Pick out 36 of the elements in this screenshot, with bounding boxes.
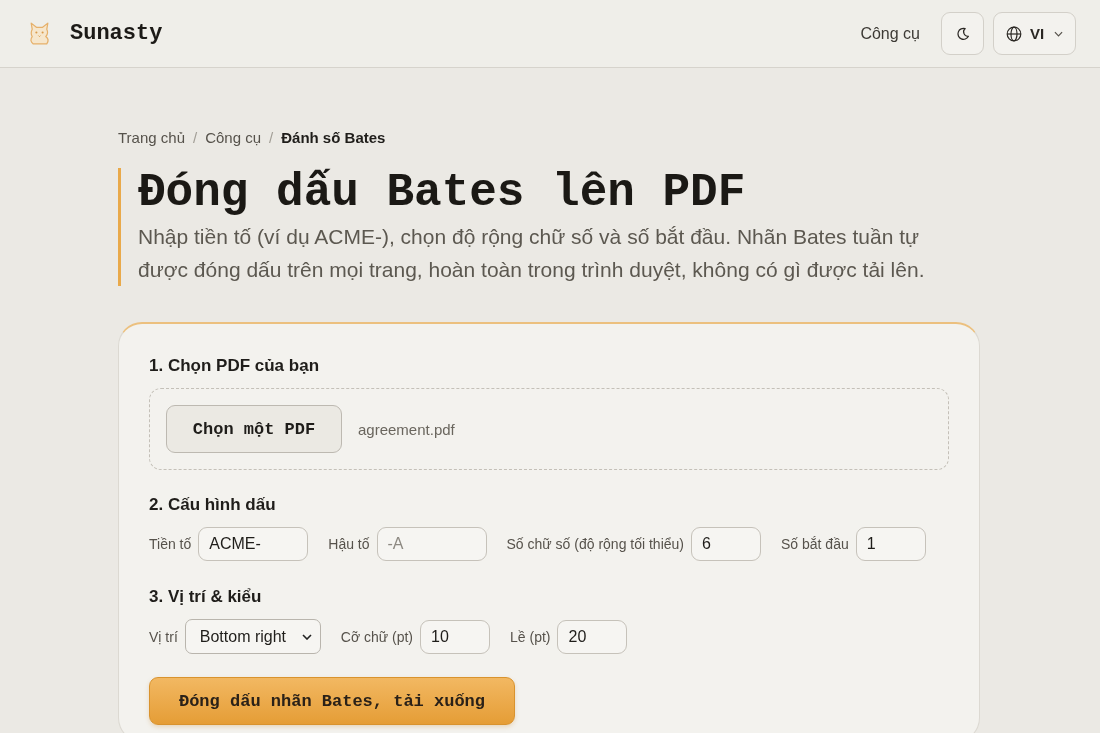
moon-icon bbox=[955, 26, 970, 41]
input-field[interactable]: 20 bbox=[557, 619, 628, 654]
breadcrumb-separator: / bbox=[193, 128, 198, 146]
stamp-download-button[interactable]: Đóng dấu nhãn Bates, tải xuống bbox=[149, 677, 515, 725]
field-label: Vị trí bbox=[149, 628, 178, 645]
breadcrumb-link[interactable]: Trang chủ bbox=[118, 128, 185, 146]
chevron-down-icon bbox=[1054, 30, 1064, 37]
section-heading: 3. Vị trí & kiểu bbox=[149, 587, 263, 607]
language-button[interactable]: VI bbox=[993, 12, 1076, 55]
breadcrumb-separator: / bbox=[269, 128, 274, 146]
file-name: agreement.pdf bbox=[358, 420, 455, 438]
page-title: Đóng dấu Bates lên PDF bbox=[138, 168, 747, 218]
section-heading: 2. Cấu hình dấu bbox=[149, 495, 277, 515]
input-field[interactable]: -A bbox=[376, 527, 487, 561]
theme-toggle-button[interactable] bbox=[941, 12, 984, 55]
chevron-down-icon bbox=[301, 633, 312, 640]
field-label: Lề (pt) bbox=[510, 628, 551, 645]
field-label: Số bắt đầu bbox=[781, 536, 849, 552]
input-field[interactable]: 6 bbox=[691, 527, 761, 561]
tools-link[interactable]: Công cụ bbox=[860, 24, 920, 43]
input-field[interactable]: 1 bbox=[855, 527, 926, 561]
field-label: Số chữ số (độ rộng tối thiểu) bbox=[506, 536, 684, 552]
position-select[interactable]: Bottom right bbox=[184, 619, 321, 654]
choose-pdf-button[interactable]: Chọn một PDF bbox=[166, 405, 342, 453]
brand-name[interactable]: Sunasty bbox=[70, 21, 163, 46]
field-label: Tiền tố bbox=[149, 536, 192, 552]
field-label: Cỡ chữ (pt) bbox=[340, 628, 413, 645]
breadcrumb-link[interactable]: Đánh số Bates bbox=[281, 128, 386, 146]
breadcrumb-link[interactable]: Công cụ bbox=[205, 128, 262, 146]
page-description: Nhập tiền tố (ví dụ ACME-), chọn độ rộng chữ số và số bắt đầu. Nhãn Bates tuần tự được đóng dấu trên mọi trang, hoàn toàn trong trình duyệt, không có gì được tải lên. bbox=[138, 224, 926, 283]
file-drop-zone[interactable]: Chọn một PDF agreement.pdf bbox=[149, 388, 949, 470]
field-label: Hậu tố bbox=[328, 536, 370, 552]
globe-icon bbox=[1006, 25, 1022, 42]
input-field[interactable]: 10 bbox=[420, 619, 490, 654]
section-heading: 1. Chọn PDF của bạn bbox=[149, 356, 321, 376]
input-field[interactable]: ACME- bbox=[198, 527, 309, 561]
